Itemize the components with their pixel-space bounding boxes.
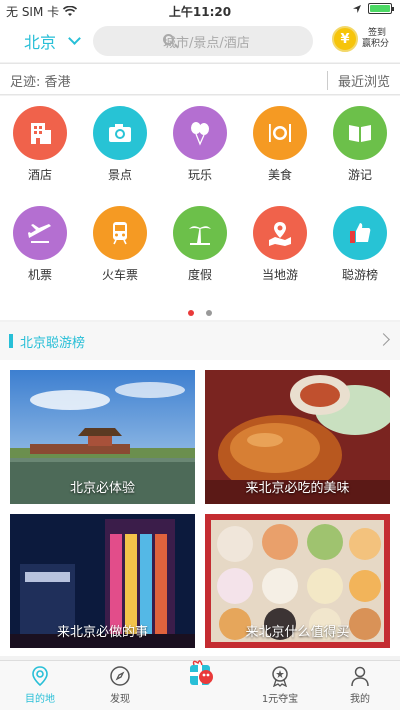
category-palm-tree[interactable]: 度假	[160, 206, 240, 283]
category-hotel[interactable]: 酒店	[0, 106, 80, 183]
camera-icon	[93, 106, 147, 160]
category-label: 玩乐	[187, 168, 212, 182]
page-dot-1[interactable]	[188, 310, 195, 316]
signin-line1: 签到	[368, 28, 387, 38]
tab-label: 发现	[110, 694, 130, 705]
coin-icon: ¥	[332, 26, 358, 52]
category-camera[interactable]: 景点	[80, 106, 160, 183]
palm-tree-icon	[173, 206, 227, 260]
gift-mascot-icon	[190, 660, 213, 685]
airplane-icon	[13, 206, 67, 260]
card-what-to-buy[interactable]: 来北京什么值得买	[205, 514, 390, 648]
status-right	[352, 3, 394, 14]
status-bar: 无 SIM 卡 上午11:20	[0, 0, 400, 20]
tab-center[interactable]	[160, 655, 240, 694]
tab-label: 1元夺宝	[261, 694, 299, 705]
page-dot-2[interactable]	[205, 310, 212, 316]
card-caption: 来北京必做的事	[56, 625, 148, 640]
train-icon	[93, 206, 147, 260]
city-selector[interactable]: 北京	[24, 29, 81, 53]
balloons-icon	[173, 106, 227, 160]
category-label: 景点	[107, 168, 132, 182]
city-name: 北京	[24, 33, 57, 52]
map-pin-icon	[253, 206, 307, 260]
recent-browse-link[interactable]: 最近浏览	[326, 71, 390, 90]
section-title: 北京聪游榜	[20, 336, 86, 351]
clock: 上午11:20	[168, 5, 232, 19]
dining-icon	[253, 106, 307, 160]
category-label: 机票	[27, 268, 52, 282]
signin-line2: 赢积分	[362, 39, 390, 49]
category-label: 游记	[347, 168, 372, 182]
card-caption: 北京必体验	[69, 481, 135, 496]
bottom-tab-bar: 目的地 发现 1元夺宝 我的	[0, 660, 400, 710]
footprint-link[interactable]: 足迹: 香港	[10, 71, 71, 90]
category-label: 酒店	[27, 168, 52, 182]
hotel-icon	[13, 106, 67, 160]
category-dining[interactable]: 美食	[240, 106, 320, 183]
category-label: 美食	[267, 168, 292, 182]
chevron-down-icon	[68, 32, 81, 45]
tab-mine[interactable]: 我的	[320, 665, 400, 705]
location-arrow-icon	[353, 4, 361, 13]
category-book[interactable]: 游记	[320, 106, 400, 183]
medal-icon	[272, 666, 288, 687]
category-thumbs-up[interactable]: 聪游榜	[320, 206, 400, 283]
page-indicator	[0, 301, 400, 320]
card-caption: 来北京什么值得买	[245, 625, 350, 640]
user-icon	[351, 666, 369, 687]
category-label: 度假	[187, 268, 212, 282]
thumbs-up-icon	[333, 206, 387, 260]
tab-label: 我的	[350, 694, 370, 705]
card-must-do[interactable]: 来北京必做的事	[10, 514, 195, 648]
category-map-pin[interactable]: 当地游	[240, 206, 320, 283]
battery-icon	[368, 3, 394, 14]
tab-discover[interactable]: 发现	[80, 665, 160, 705]
card-must-eat[interactable]: 来北京必吃的美味	[205, 370, 390, 504]
category-airplane[interactable]: 机票	[0, 206, 80, 283]
book-icon	[333, 106, 387, 160]
tab-destination[interactable]: 目的地	[0, 665, 80, 705]
ranking-cards: 北京必体验 来北京必吃的美味 来北京必做的事 来北京什么值得买	[0, 360, 400, 656]
card-beijing-experience[interactable]: 北京必体验	[10, 370, 195, 504]
card-caption: 来北京必吃的美味	[245, 481, 350, 496]
category-balloons[interactable]: 玩乐	[160, 106, 240, 183]
tab-label: 目的地	[25, 694, 55, 705]
signin-text: 签到 赢积分	[362, 28, 389, 50]
search-input[interactable]: 城市/景点/酒店	[93, 26, 313, 56]
section-accent-bar	[9, 334, 13, 348]
tab-lottery[interactable]: 1元夺宝	[240, 665, 320, 705]
location-pin-icon	[32, 666, 48, 687]
history-bar: 足迹: 香港 最近浏览	[0, 63, 400, 95]
category-label: 聪游榜	[341, 268, 378, 282]
category-train[interactable]: 火车票	[80, 206, 160, 283]
chevron-right-icon	[377, 333, 390, 346]
category-label: 当地游	[261, 268, 298, 282]
compass-icon	[110, 666, 130, 686]
category-grid: 酒店 景点 玩乐 美食 游记机票 火车票 度假 当地游 聪游榜	[0, 96, 400, 320]
section-header[interactable]: 北京聪游榜	[0, 322, 400, 360]
top-header: 北京 城市/景点/酒店 ¥ 签到 赢积分	[0, 20, 400, 62]
search-icon	[163, 34, 174, 45]
signin-button[interactable]: ¥ 签到 赢积分	[332, 26, 389, 52]
category-label: 火车票	[101, 268, 138, 282]
